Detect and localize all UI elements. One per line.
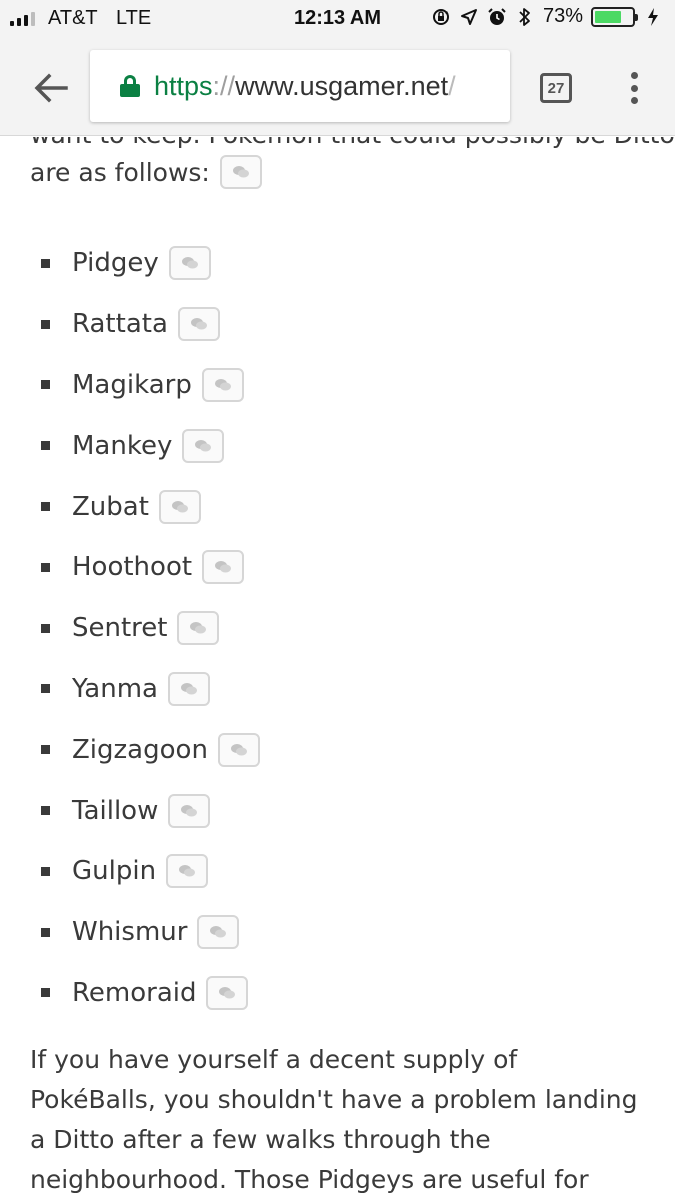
list-item: Remoraid [0,963,675,1024]
bullet-icon [41,502,50,512]
comment-button[interactable] [182,428,225,463]
bullet-icon [41,623,50,633]
bullet-icon [41,745,50,755]
screen-rotation-lock-icon [431,7,451,27]
comment-bubble-icon [180,682,197,695]
comment-bubble-icon [219,986,236,999]
list-item-label: Whismur [72,917,188,948]
back-arrow-icon [34,73,68,103]
charging-bolt-icon [643,7,663,27]
comment-button[interactable] [168,246,211,281]
list-item-label: Rattata [72,309,168,340]
menu-dot-icon [630,97,638,104]
comment-bubble-icon [171,500,188,513]
bullet-icon [41,866,50,876]
list-item-label: Sentret [72,613,168,644]
tab-switcher-button[interactable]: 27 [540,73,572,103]
comment-bubble-icon [215,561,232,573]
list-item: Yanma [0,659,675,720]
bullet-icon [41,806,50,816]
comment-bubble-icon [210,926,227,938]
comment-button[interactable] [177,307,220,342]
bullet-icon [41,927,50,937]
bullet-icon [41,319,50,329]
list-item-label: Mankey [72,430,173,461]
list-item: Hoothoot [0,537,675,598]
url-text: https://www.usgamer.net/ [154,71,456,102]
battery-icon [591,6,638,27]
cut-off-text-line: want to keep. Pokémon that could possibl… [30,137,675,149]
list-item-label: Yanma [72,673,158,704]
bullet-icon [41,684,50,694]
alarm-icon [487,7,507,27]
comment-button[interactable] [202,550,245,585]
comment-bubble-icon [179,865,196,877]
battery-level-fill [595,10,622,23]
comment-bubble-icon [190,622,207,634]
comment-bubble-icon [190,318,207,330]
bullet-icon [41,441,50,451]
back-button[interactable] [28,66,74,110]
list-item-label: Taillow [72,795,159,826]
url-separator: :// [212,70,236,101]
comment-button[interactable] [168,793,211,828]
list-item-label: Remoraid [72,977,197,1008]
url-scheme: https [154,70,213,101]
bluetooth-icon [515,7,535,27]
address-bar[interactable]: https://www.usgamer.net/ [90,50,510,122]
comment-bubble-icon [181,257,198,269]
comment-button[interactable] [206,975,249,1010]
comment-bubble-icon [232,166,249,178]
comment-bubble-icon [214,378,231,391]
list-item: Zubat [0,476,675,537]
menu-dot-icon [630,72,638,79]
article-content: want to keep. Pokémon that could possibl… [0,137,675,1200]
list-item-label: Magikarp [72,369,192,400]
list-item-label: Pidgey [72,248,159,279]
list-item-label: Zubat [72,491,149,522]
intro-text: are as follows: [30,157,210,187]
list-item-label: Hoothoot [72,552,193,583]
status-bar: AT&T LTE 12:13 AM 73% [0,0,675,38]
bullet-icon [41,380,50,390]
url-host: www.usgamer.net [235,70,449,101]
list-item: Pidgey [0,233,675,294]
list-item: Whismur [0,902,675,963]
comment-bubble-icon [230,743,247,756]
comment-button[interactable] [197,915,240,950]
battery-percent: 73% [542,5,583,27]
article-paragraph: If you have yourself a decent supply of … [30,1045,638,1194]
bullet-icon [41,258,50,268]
menu-dot-icon [630,84,638,92]
list-item: Rattata [0,294,675,355]
list-item: Taillow [0,780,675,841]
list-item: Mankey [0,415,675,476]
list-item: Sentret [0,598,675,659]
comment-button[interactable] [166,854,209,889]
secure-lock-icon [120,75,140,97]
list-item-label: Zigzagoon [72,734,208,765]
bullet-icon [41,988,50,998]
comment-button[interactable] [167,671,210,706]
list-item: Zigzagoon [0,719,675,780]
url-overflow: / [448,70,456,101]
list-item-label: Gulpin [72,856,157,887]
comment-button[interactable] [217,732,260,767]
location-arrow-icon [459,7,479,27]
intro-line: are as follows: [30,155,262,189]
list-item: Magikarp [0,355,675,416]
comment-button[interactable] [201,367,244,402]
comment-bubble-icon [195,439,212,452]
bullet-icon [41,562,50,572]
overflow-menu-button[interactable] [622,68,646,108]
list-item: Gulpin [0,841,675,902]
comment-button[interactable] [219,155,262,189]
browser-toolbar: https://www.usgamer.net/ 27 [0,38,675,136]
comment-button[interactable] [177,611,220,646]
comment-button[interactable] [158,489,201,524]
pokemon-list: Pidgey Rattata Magikarp Mankey Zubat Hoothoot… [0,233,675,1023]
comment-bubble-icon [181,804,198,817]
